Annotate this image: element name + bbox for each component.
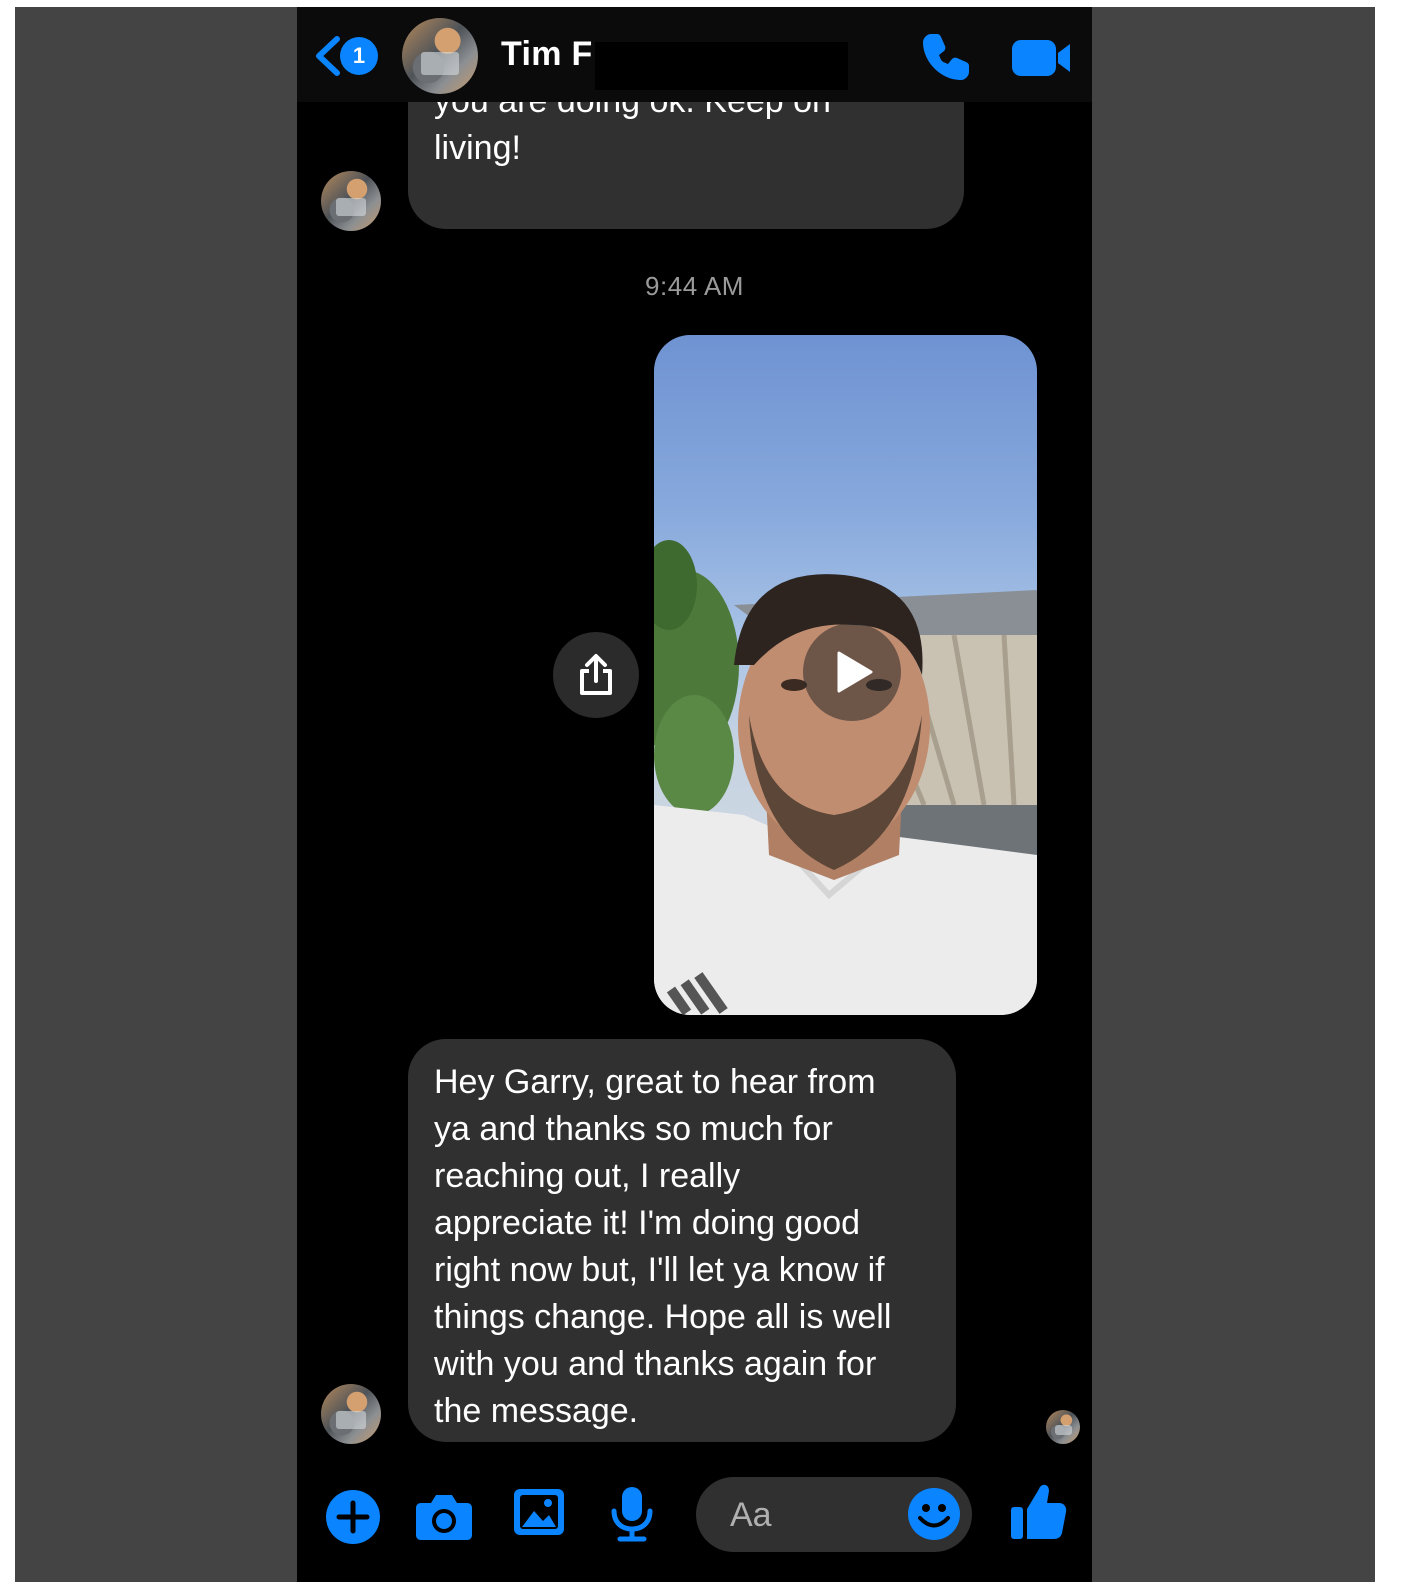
video-call-icon[interactable] bbox=[1010, 36, 1072, 80]
camera-icon[interactable] bbox=[415, 1491, 473, 1541]
video-message[interactable] bbox=[654, 335, 1037, 1015]
plus-icon[interactable] bbox=[325, 1489, 381, 1545]
messenger-screen: What! Wow, well it sounds like you are d… bbox=[297, 7, 1092, 1582]
message-composer bbox=[297, 1467, 1092, 1582]
emoji-icon[interactable] bbox=[907, 1487, 961, 1541]
sender-avatar[interactable] bbox=[321, 1384, 381, 1444]
share-icon bbox=[580, 654, 612, 695]
conversation-header: 1 Tim F bbox=[297, 7, 1092, 102]
redaction-bar bbox=[595, 42, 848, 90]
unread-badge[interactable]: 1 bbox=[340, 37, 378, 75]
thumbs-up-icon[interactable] bbox=[1009, 1479, 1067, 1541]
contact-avatar[interactable] bbox=[402, 18, 478, 94]
message-bubble-received[interactable]: Hey Garry, great to hear from ya and tha… bbox=[408, 1039, 956, 1442]
message-input[interactable] bbox=[728, 1477, 912, 1554]
message-timestamp: 9:44 AM bbox=[645, 271, 744, 301]
back-chevron-icon[interactable] bbox=[313, 35, 341, 77]
read-receipt-avatar bbox=[1046, 1410, 1080, 1444]
message-input-field[interactable] bbox=[696, 1477, 972, 1554]
contact-name[interactable]: Tim F bbox=[501, 35, 593, 74]
gallery-icon[interactable] bbox=[512, 1487, 566, 1537]
play-button[interactable] bbox=[803, 623, 901, 721]
phone-call-icon[interactable] bbox=[919, 30, 973, 84]
microphone-icon[interactable] bbox=[610, 1485, 654, 1543]
sender-avatar[interactable] bbox=[321, 171, 381, 231]
share-button[interactable] bbox=[553, 632, 639, 718]
play-icon bbox=[837, 651, 873, 693]
